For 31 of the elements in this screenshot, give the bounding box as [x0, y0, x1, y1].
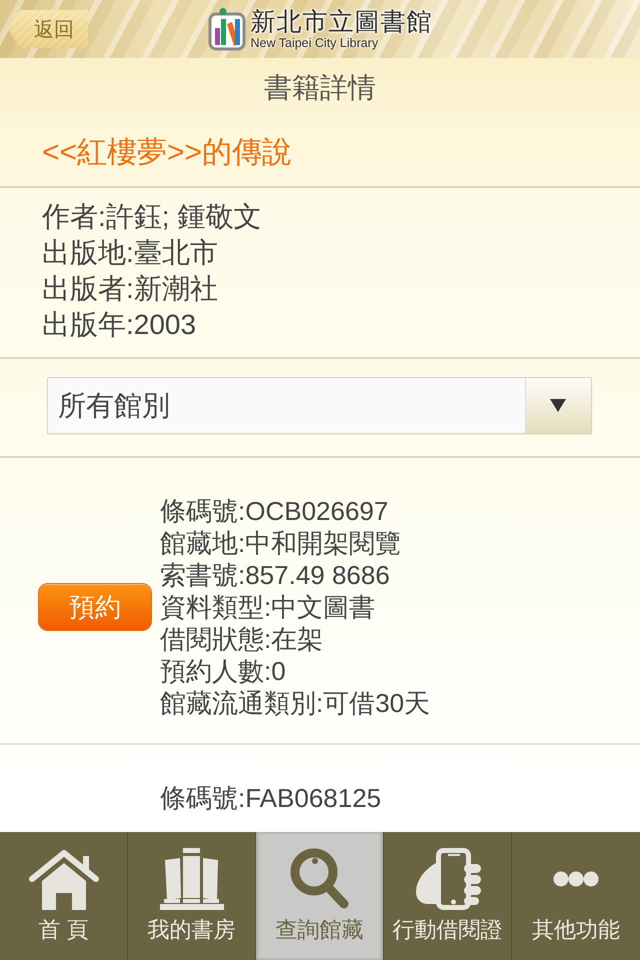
book-detail-text: 作者:許鈺; 鍾敬文	[42, 200, 262, 234]
book-detail-text: 出版年:2003	[42, 308, 196, 342]
holding-detail-text: 資料類型:中文圖書	[160, 591, 376, 623]
nav-tab[interactable]: 我的書房	[128, 832, 256, 960]
search-icon	[290, 848, 350, 910]
nav-tab[interactable]: 其他功能	[512, 832, 640, 960]
library-name-english: New Taipei City Library	[250, 36, 378, 50]
branch-dropdown[interactable]: 所有館別	[47, 377, 592, 434]
reserve-button[interactable]: 預約	[38, 583, 152, 631]
logo-icon	[208, 7, 246, 51]
caret-icon	[525, 378, 591, 433]
nav-tab[interactable]: 查詢館藏	[256, 832, 384, 960]
holding-detail-text: 預約人數:0	[160, 655, 286, 687]
holding-detail-text: 借閱狀態:在架	[160, 623, 324, 655]
nav-tab[interactable]: 首 頁	[0, 832, 128, 960]
holding-detail-text: 館藏地:中和開架閱覽	[160, 527, 402, 559]
books-icon	[160, 848, 224, 910]
book-detail-text: 出版地:臺北市	[42, 236, 218, 270]
book-title: <<紅樓夢>>的傳說	[42, 134, 292, 170]
holding-detail-text: 館藏流通類別:可借30天	[160, 687, 430, 719]
page-title: 書籍詳情	[264, 71, 376, 105]
holding-detail-text: 條碼號:FAB068125	[160, 782, 382, 814]
book-detail-text: 出版者:新潮社	[42, 272, 218, 306]
holding-detail-text: 索書號:857.49 8686	[160, 559, 390, 591]
more-dots-icon	[553, 871, 599, 887]
home-icon	[28, 848, 98, 910]
phone-in-hand-icon	[414, 848, 482, 910]
library-name: 新北市立圖書館	[250, 8, 432, 36]
holding-detail-text: 條碼號:OCB026697	[160, 495, 388, 527]
nav-tab[interactable]: 行動借閱證	[384, 832, 512, 960]
back-button[interactable]: 返回	[8, 10, 88, 48]
